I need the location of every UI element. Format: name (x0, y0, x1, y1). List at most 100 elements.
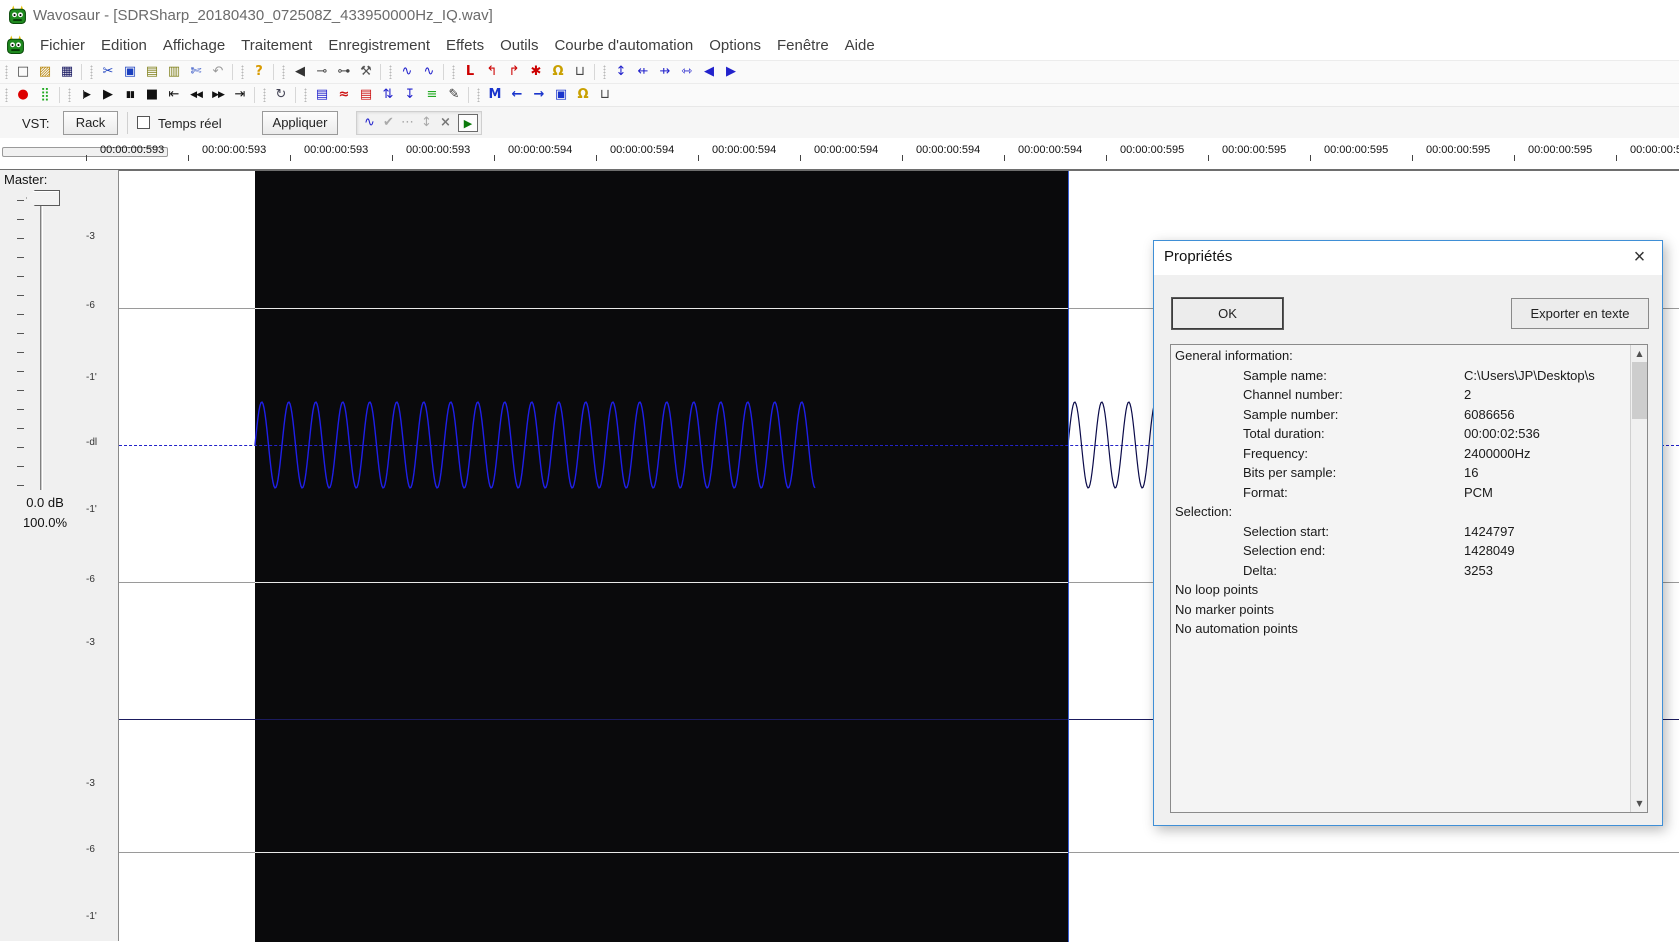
dialog-title-bar[interactable]: Propriétés × (1154, 241, 1662, 275)
rewind-icon[interactable]: ◀◀ (185, 85, 207, 105)
automation-dots-icon[interactable]: ⋯ (398, 113, 417, 133)
marker-next-icon[interactable]: → (528, 85, 550, 105)
property-row[interactable]: Selection start: 1424797 (1171, 524, 1631, 544)
batch-list-icon[interactable]: ≡ (421, 85, 443, 105)
loop-end-icon[interactable]: ↱ (503, 62, 525, 82)
wave-zoom-sel-icon[interactable]: ∿ (418, 62, 440, 82)
menu-fen-tre[interactable]: Fenêtre (769, 37, 837, 54)
properties-list[interactable]: General information: Sample name: C:\Users… (1170, 344, 1648, 813)
connector-2-icon[interactable]: ⊶ (333, 62, 355, 82)
go-end-icon[interactable]: ⇥ (229, 85, 251, 105)
scrollbar-thumb[interactable] (1632, 362, 1647, 419)
delete-2-icon[interactable]: ⊔ (594, 85, 616, 105)
cut-left-icon[interactable]: ⇷ (632, 62, 654, 82)
speaker-config-icon[interactable]: ◀ (289, 62, 311, 82)
play-cursor-icon[interactable]: |▶ (75, 85, 97, 105)
realtime-checkbox[interactable] (137, 116, 150, 129)
resample-icon[interactable]: ⇅ (377, 85, 399, 105)
save-file-icon[interactable]: ▦ (56, 62, 78, 82)
property-row[interactable]: Total duration: 00:00:02:536 (1171, 426, 1631, 446)
apply-check-icon[interactable]: ✔ (379, 113, 398, 133)
menu-aide[interactable]: Aide (837, 37, 883, 54)
normalize-icon[interactable]: ↧ (399, 85, 421, 105)
wrench-icon[interactable]: ⚒ (355, 62, 377, 82)
copy-icon[interactable]: ▣ (119, 62, 141, 82)
export-text-button[interactable]: Exporter en texte (1511, 298, 1649, 329)
menu-options[interactable]: Options (701, 37, 769, 54)
property-row[interactable]: No marker points (1171, 602, 1631, 622)
undo-icon[interactable]: ↶ (207, 62, 229, 82)
loop-play-icon[interactable]: ↻ (270, 85, 292, 105)
close-icon[interactable]: × (1617, 241, 1662, 275)
property-row[interactable]: Frequency: 2400000Hz (1171, 446, 1631, 466)
menu-courbe-d-automation[interactable]: Courbe d'automation (546, 37, 701, 54)
crop-icon[interactable]: ✄ (185, 62, 207, 82)
delete-selection-icon[interactable]: ⊔ (569, 62, 591, 82)
selection-edge-cursor[interactable] (1068, 171, 1069, 942)
menu-traitement[interactable]: Traitement (233, 37, 320, 54)
property-row[interactable]: Channel number: 2 (1171, 387, 1631, 407)
property-row[interactable]: Selection: (1171, 504, 1631, 524)
clear-loop-icon[interactable]: ✱ (525, 62, 547, 82)
monitor-level-icon[interactable]: ⣿ (34, 85, 56, 105)
wave-fit-icon[interactable]: ↕ (610, 62, 632, 82)
menu-fichier[interactable]: Fichier (32, 37, 93, 54)
draw-pencil-icon[interactable]: ✎ (443, 85, 465, 105)
property-row[interactable]: No automation points (1171, 621, 1631, 641)
menu-affichage[interactable]: Affichage (155, 37, 233, 54)
marker-icon[interactable]: M (484, 85, 506, 105)
cut-icon[interactable]: ✂ (97, 62, 119, 82)
record-icon[interactable]: ● (12, 85, 34, 105)
copy-info-icon[interactable]: ▤ (355, 85, 377, 105)
lock-icon[interactable]: Ω (547, 62, 569, 82)
scroll-up-icon[interactable]: ▲ (1631, 345, 1647, 362)
new-file-icon[interactable]: □ (12, 62, 34, 82)
marker-prev-icon[interactable]: ← (506, 85, 528, 105)
play-icon[interactable]: ▶ (97, 85, 119, 105)
paste-special-icon[interactable]: ▥ (163, 62, 185, 82)
property-row[interactable]: No loop points (1171, 582, 1631, 602)
loop-marker-icon[interactable]: L (459, 62, 481, 82)
master-slider-handle[interactable] (26, 190, 60, 206)
loop-start-icon[interactable]: ↰ (481, 62, 503, 82)
master-slider-track[interactable] (40, 195, 43, 490)
automation-clear-icon[interactable]: × (436, 113, 455, 133)
prev-view-icon[interactable]: ◀ (698, 62, 720, 82)
automation-curve-icon[interactable]: ∿ (360, 113, 379, 133)
pause-icon[interactable]: ▮▮ (119, 85, 141, 105)
property-row[interactable]: Bits per sample: 16 (1171, 465, 1631, 485)
property-row[interactable]: General information: (1171, 348, 1631, 368)
cut-right-icon[interactable]: ⇸ (654, 62, 676, 82)
time-ruler[interactable]: 00:00:00:593 00:00:00:593 00:00:00:593 00:0… (0, 138, 1679, 170)
menu-outils[interactable]: Outils (492, 37, 546, 54)
lock-2-icon[interactable]: Ω (572, 85, 594, 105)
next-view-icon[interactable]: ▶ (720, 62, 742, 82)
scroll-down-icon[interactable]: ▼ (1631, 795, 1647, 812)
invert-selection-icon[interactable]: ▣ (550, 85, 572, 105)
connector-1-icon[interactable]: ⊸ (311, 62, 333, 82)
automation-scale-icon[interactable]: ↕ (417, 113, 436, 133)
menu-effets[interactable]: Effets (438, 37, 492, 54)
property-row[interactable]: Format: PCM (1171, 485, 1631, 505)
property-row[interactable]: Delta: 3253 (1171, 563, 1631, 583)
list-scrollbar[interactable]: ▲ ▼ (1630, 345, 1647, 812)
paste-icon[interactable]: ▤ (141, 62, 163, 82)
property-row[interactable]: Selection end: 1428049 (1171, 543, 1631, 563)
property-row[interactable]: Sample number: 6086656 (1171, 407, 1631, 427)
go-start-icon[interactable]: ⇤ (163, 85, 185, 105)
wave-join-icon[interactable]: ⇿ (676, 62, 698, 82)
statistics-icon[interactable]: ≈ (333, 85, 355, 105)
ok-button[interactable]: OK (1171, 297, 1284, 330)
open-file-icon[interactable]: ▨ (34, 62, 56, 82)
wave-zoom-icon[interactable]: ∿ (396, 62, 418, 82)
help-icon[interactable]: ? (248, 62, 270, 82)
insert-audio-icon[interactable]: ▤ (311, 85, 333, 105)
stop-icon[interactable]: ■ (141, 85, 163, 105)
forward-icon[interactable]: ▶▶ (207, 85, 229, 105)
automation-play-button[interactable]: ▶ (458, 114, 478, 132)
vst-apply-button[interactable]: Appliquer (262, 111, 338, 135)
property-row[interactable]: Sample name: C:\Users\JP\Desktop\s (1171, 368, 1631, 388)
vst-rack-button[interactable]: Rack (63, 111, 118, 135)
menu-edition[interactable]: Edition (93, 37, 155, 54)
menu-enregistrement[interactable]: Enregistrement (320, 37, 438, 54)
